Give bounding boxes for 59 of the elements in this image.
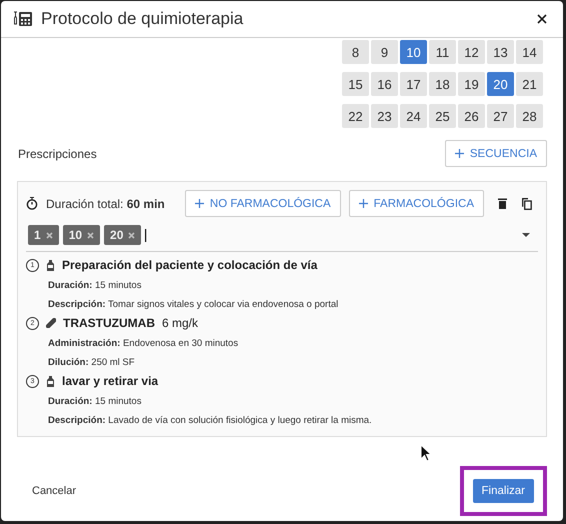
calendar-day[interactable]: 18 — [429, 72, 456, 96]
finish-button[interactable]: Finalizar — [472, 479, 534, 503]
calendar-day[interactable]: 24 — [400, 104, 427, 128]
bottle-icon — [46, 376, 55, 386]
step-title: lavar y retirar via — [62, 374, 158, 388]
bottle-icon — [46, 260, 55, 270]
calendar-day[interactable]: 27 — [487, 104, 514, 128]
section-label: Prescripciones — [18, 146, 97, 160]
calendar-day[interactable]: 20 — [487, 72, 514, 96]
total-duration: Duración total: 60 min — [46, 196, 166, 210]
plus-icon — [454, 149, 464, 158]
plus-icon — [194, 199, 204, 208]
step-detail: Descripción: Tomar signos vitales y colocar via endovenosa o portal — [48, 299, 340, 310]
stopwatch-icon — [26, 197, 38, 210]
calendar-day[interactable]: 9 — [371, 40, 398, 64]
calendar-day[interactable]: 23 — [371, 104, 398, 128]
remove-icon[interactable] — [46, 232, 53, 238]
calendar-day[interactable]: 22 — [342, 104, 369, 128]
step-detail: Duración: 15 minutos — [48, 280, 142, 291]
calendar-day[interactable]: 19 — [458, 72, 485, 96]
copy-icon[interactable] — [521, 198, 532, 210]
mouse-pointer-icon — [420, 444, 432, 462]
trash-icon[interactable] — [498, 198, 507, 209]
add-sequence-button[interactable]: SECUENCIA — [444, 140, 547, 167]
calendar-day[interactable]: 17 — [400, 72, 427, 96]
calendar-day[interactable]: 12 — [458, 40, 485, 64]
text-cursor-icon — [145, 228, 148, 242]
day-tag: 1 — [28, 225, 59, 245]
plus-icon — [358, 199, 368, 208]
calendar-day[interactable]: 13 — [487, 40, 514, 64]
calendar-day[interactable]: 11 — [429, 40, 456, 64]
close-button[interactable] — [535, 12, 549, 26]
calendar-day[interactable]: 14 — [516, 40, 543, 64]
remove-icon[interactable] — [87, 232, 94, 238]
remove-icon[interactable] — [128, 232, 136, 238]
step-title: Preparación del paciente y colocación de vía — [62, 258, 318, 272]
day-tag: 10 — [62, 225, 100, 245]
calendar-day[interactable]: 16 — [371, 72, 398, 96]
add-prescription-button[interactable]: NO FARMACOLÓGICA — [184, 190, 341, 217]
calendar-day[interactable]: 15 — [342, 72, 369, 96]
step-detail: Descripción: Lavado de vía con solución fisiológica y luego retirar la misma. — [48, 415, 373, 426]
step-dose: 6 mg/k — [162, 316, 198, 330]
calendar-day[interactable]: 28 — [516, 104, 543, 128]
step-detail: Duración: 15 minutos — [48, 396, 142, 407]
dropdown-caret-icon[interactable] — [522, 233, 530, 237]
calendar-day[interactable]: 21 — [516, 72, 543, 96]
step-detail: Administración: Endovenosa en 30 minutos — [48, 338, 240, 349]
calendar-day[interactable]: 25 — [429, 104, 456, 128]
step-title: TRASTUZUMAB — [63, 316, 155, 330]
pill-icon — [46, 318, 56, 328]
add-prescription-button[interactable]: FARMACOLÓGICA — [348, 190, 484, 217]
calendar-day[interactable]: 10 — [400, 40, 427, 64]
calculator-icon — [13, 11, 33, 27]
day-tag: 20 — [104, 225, 142, 245]
calendar-day[interactable]: 26 — [458, 104, 485, 128]
cancel-button[interactable]: Cancelar — [32, 485, 76, 497]
calendar-day[interactable]: 8 — [342, 40, 369, 64]
step-detail: Dilución: 250 ml SF — [48, 357, 136, 368]
dialog-title: Protocolo de quimioterapia — [41, 9, 244, 29]
